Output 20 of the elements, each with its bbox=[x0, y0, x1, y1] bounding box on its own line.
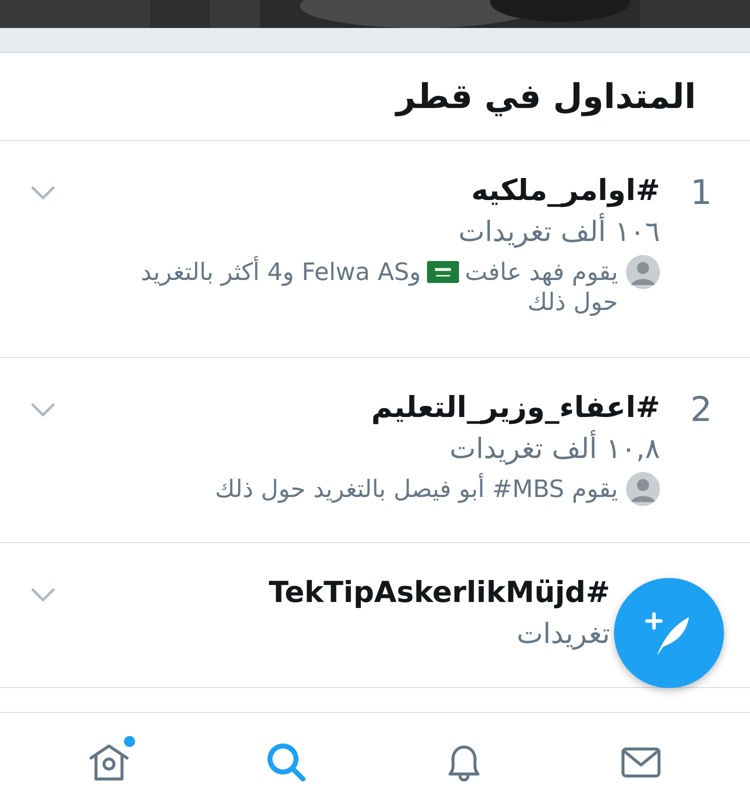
tweet-count: ١٠٦ ألف تغريدات bbox=[458, 212, 660, 250]
avatar-icon bbox=[626, 472, 660, 506]
tweet-count: تغريدات bbox=[516, 616, 610, 652]
chevron-down-icon[interactable] bbox=[30, 402, 56, 418]
trend-context: يقوم فهد عافت bbox=[464, 257, 618, 287]
trend-rank: 2 bbox=[690, 390, 712, 430]
section-title: المتداول في قطر bbox=[396, 76, 696, 116]
trend-hashtag[interactable]: #اوامر_ملكيه bbox=[471, 169, 660, 211]
tweet-count: ١٠,٨ ألف تغريدات bbox=[449, 429, 660, 467]
flag-icon bbox=[426, 261, 459, 283]
trend-hashtag[interactable]: #TekTipAskerlikMüjd bbox=[268, 571, 610, 613]
trend-hashtag[interactable]: #اعفاء_وزير_التعليم bbox=[371, 386, 660, 428]
avatar-icon bbox=[626, 255, 660, 289]
chevron-down-icon[interactable] bbox=[30, 587, 56, 603]
compose-button[interactable] bbox=[614, 578, 724, 688]
trend-rank: 1 bbox=[690, 173, 712, 213]
trend-context: وFelwa AS و4 أكثر بالتغريد bbox=[140, 257, 421, 287]
trend-context: حول ذلك bbox=[527, 287, 618, 317]
trend-context: يقوم MBS# أبو فيصل بالتغريد حول ذلك bbox=[215, 474, 618, 504]
chevron-down-icon[interactable] bbox=[30, 185, 56, 201]
